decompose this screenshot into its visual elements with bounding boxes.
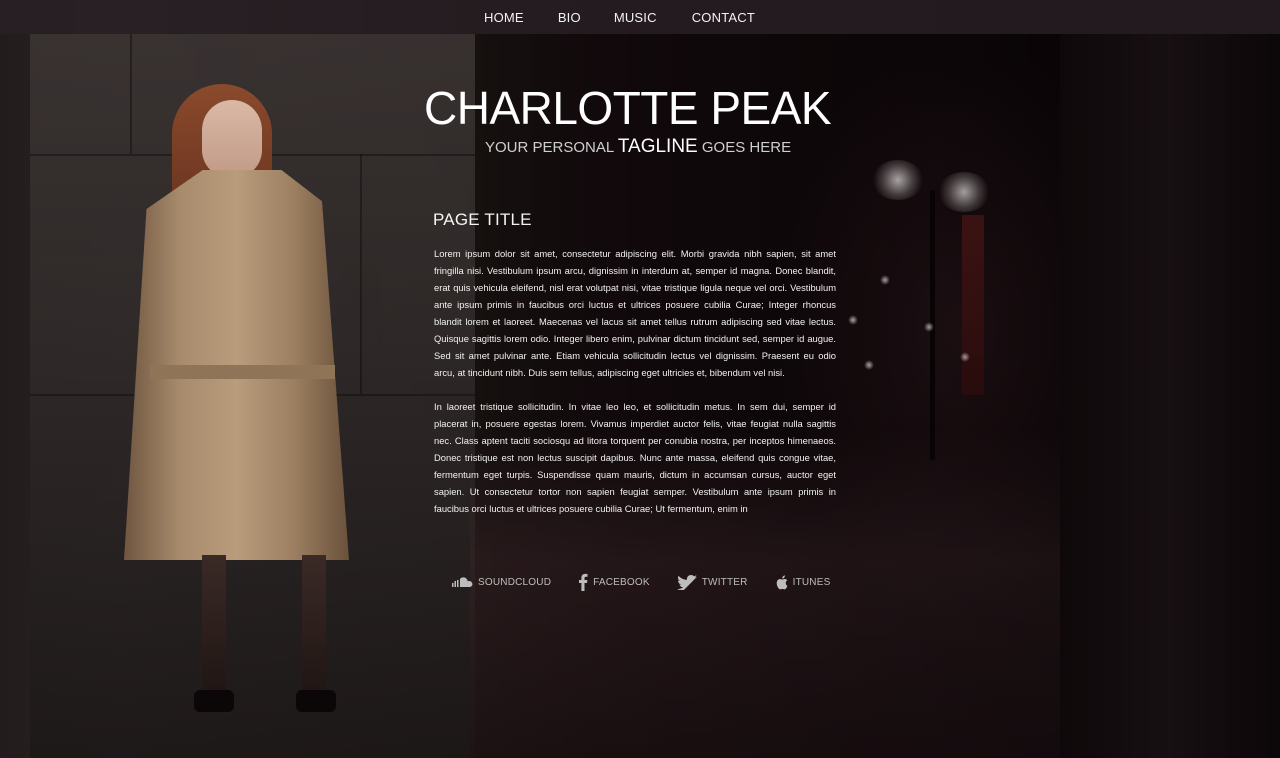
background-pillar xyxy=(1060,34,1280,758)
nav-contact-link[interactable]: CONTACT xyxy=(692,10,755,25)
page-content: Lorem ipsum dolor sit amet, consectetur … xyxy=(434,245,836,533)
facebook-label: FACEBOOK xyxy=(593,576,650,588)
tagline-strong: TAGLINE xyxy=(617,136,698,157)
nav-music-link[interactable]: MUSIC xyxy=(614,10,657,25)
page: HOME BIO MUSIC CONTACT CHARLOTTE PEAK YO… xyxy=(0,0,1280,758)
tagline: YOUR PERSONAL TAGLINE GOES HERE xyxy=(485,134,791,161)
lamp-light xyxy=(938,172,990,212)
nav-home-link[interactable]: HOME xyxy=(484,10,524,25)
page-title: PAGE TITLE xyxy=(433,210,532,229)
bokeh-light xyxy=(924,322,934,332)
top-nav-bar: HOME BIO MUSIC CONTACT xyxy=(0,0,1280,34)
tagline-suffix: GOES HERE xyxy=(701,139,792,156)
background-red-strip xyxy=(962,215,984,395)
nav-menu: HOME BIO MUSIC CONTACT xyxy=(484,0,789,34)
bokeh-light xyxy=(864,360,874,370)
twitter-label: TWITTER xyxy=(701,576,748,588)
nav-bio-link[interactable]: BIO xyxy=(558,10,581,25)
portrait-figure xyxy=(110,80,370,740)
soundcloud-label: SOUNDCLOUD xyxy=(478,576,552,588)
itunes-link[interactable]: ITUNES xyxy=(775,574,831,590)
apple-icon xyxy=(775,574,788,590)
bokeh-light xyxy=(960,352,970,362)
soundcloud-icon xyxy=(452,576,473,588)
twitter-link[interactable]: TWITTER xyxy=(676,574,748,590)
site-title: CHARLOTTE PEAK xyxy=(424,82,832,134)
tagline-prefix: YOUR PERSONAL xyxy=(485,139,614,156)
twitter-icon xyxy=(676,574,697,590)
itunes-label: ITUNES xyxy=(792,576,831,588)
social-links: SOUNDCLOUD FACEBOOK TWITTER ITUNES xyxy=(452,572,857,592)
content-paragraph: In laoreet tristique sollicitudin. In vi… xyxy=(434,401,836,514)
facebook-link[interactable]: FACEBOOK xyxy=(578,573,650,591)
bokeh-light xyxy=(848,315,858,325)
bokeh-light xyxy=(880,275,890,285)
soundcloud-link[interactable]: SOUNDCLOUD xyxy=(452,576,551,588)
facebook-icon xyxy=(578,573,588,591)
lamp-light xyxy=(872,160,924,200)
content-paragraph: Lorem ipsum dolor sit amet, consectetur … xyxy=(434,248,836,378)
